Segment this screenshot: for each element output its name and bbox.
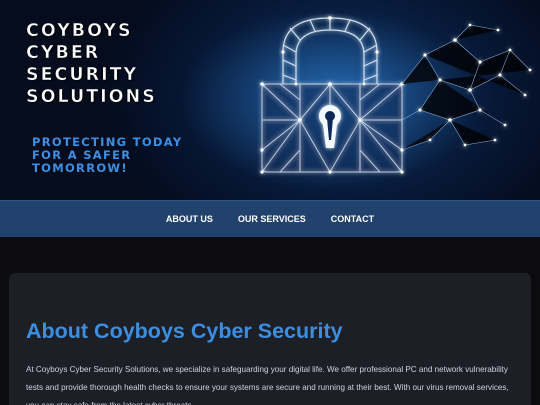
about-description: At Coyboys Cyber Security Solutions, we …	[26, 365, 509, 405]
about-section: About Coyboys Cyber Security At Coyboys …	[9, 273, 531, 405]
about-title: About Coyboys Cyber Security	[26, 319, 343, 343]
brand-title: Coyboys Cyber Security Solutions	[26, 20, 157, 108]
brand-title-line: Solutions	[26, 87, 157, 108]
tagline: Protecting Today for a Safer Tomorrow!	[32, 136, 182, 175]
tagline-line: Tomorrow!	[32, 161, 128, 175]
brand-title-line: Security	[26, 65, 139, 86]
brand-title-line: Cyber	[26, 43, 101, 64]
hero-banner: Coyboys Cyber Security Solutions Protect…	[0, 0, 540, 200]
main-navigation: About Us Our Services Contact	[0, 200, 540, 237]
nav-link-contact[interactable]: Contact	[318, 210, 386, 228]
brand-title-line: Coyboys	[26, 21, 133, 42]
nav-link-our-services[interactable]: Our Services	[225, 210, 318, 228]
nav-link-about-us[interactable]: About Us	[153, 210, 225, 228]
